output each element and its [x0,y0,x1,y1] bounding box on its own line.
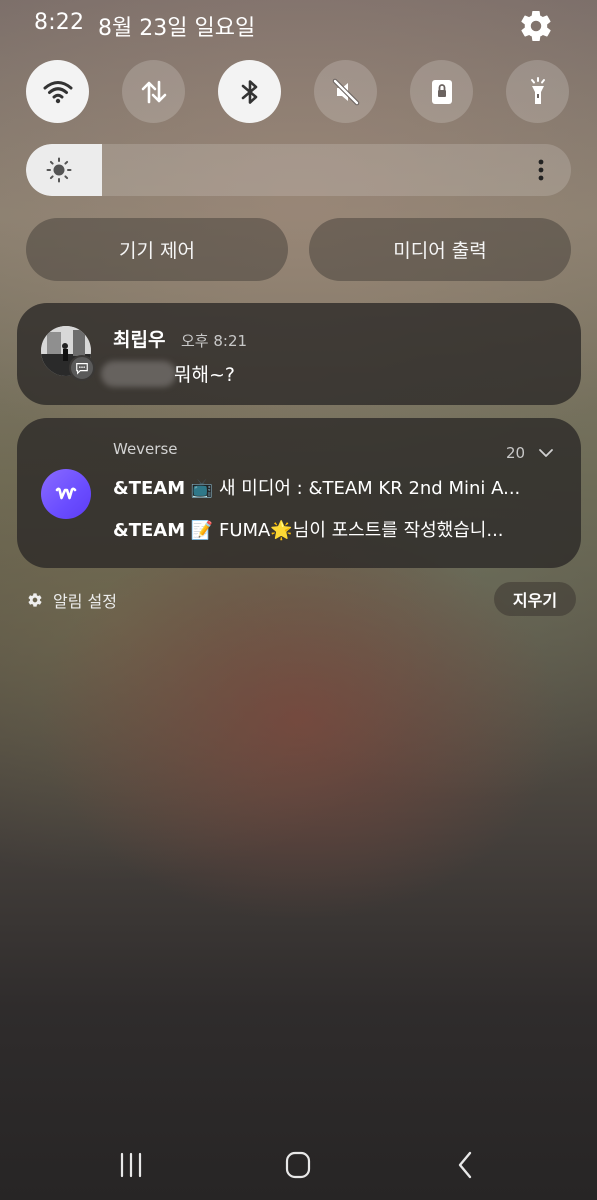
sender-name: 최립우 [113,329,166,351]
notification-line: &TEAM 📝 FUMA🌟님이 포스트를 작성했습니... [113,516,563,542]
mobile-data-toggle[interactable] [122,60,185,123]
notification-settings-button[interactable]: 알림 설정 [27,588,117,612]
more-options-icon[interactable] [531,156,551,184]
status-bar: 8:22 8월 23일 일요일 [0,0,597,50]
notification-source: &TEAM [113,478,186,499]
bluetooth-toggle[interactable] [218,60,281,123]
flashlight-icon [530,76,545,104]
message-preview: 뭐해~? [174,364,235,386]
redacted-text [101,361,176,387]
back-icon[interactable] [445,1148,485,1182]
wifi-toggle[interactable] [26,60,89,123]
sun-icon [46,157,72,183]
flashlight-toggle[interactable] [506,60,569,123]
bluetooth-icon [241,79,257,104]
chat-badge-icon [69,355,95,381]
media-output-button[interactable]: 미디어 출력 [309,218,571,281]
clear-button[interactable]: 지우기 [494,582,576,616]
recent-apps-icon[interactable] [111,1148,151,1182]
notification-line: &TEAM 📺 새 미디어 : &TEAM KR 2nd Mini A... [113,474,563,500]
message-notification[interactable]: 최립우 오후 8:21 뭐해~? [17,303,581,405]
app-name: Weverse [113,440,178,458]
notification-settings-label: 알림 설정 [53,592,117,611]
wifi-icon [43,80,72,103]
brightness-slider[interactable] [26,144,571,196]
date: 8월 23일 일요일 [98,16,256,41]
home-icon[interactable] [278,1148,318,1182]
navigation-bar [0,1130,597,1200]
notification-text: 📺 새 미디어 : &TEAM KR 2nd Mini A... [185,478,521,499]
data-arrows-icon [141,80,166,103]
weverse-notification[interactable]: Weverse 20 &TEAM 📺 새 미디어 : &TEAM KR 2nd … [17,418,581,568]
mute-icon [332,78,359,105]
notification-count: 20 [506,444,526,462]
gear-icon[interactable] [518,8,554,44]
quick-settings [0,60,597,124]
weverse-app-icon [41,469,91,519]
notification-time: 오후 8:21 [181,332,248,350]
gear-icon [28,593,42,607]
screen-lock-toggle[interactable] [410,60,473,123]
lock-icon [431,79,452,104]
sound-toggle[interactable] [314,60,377,123]
clock: 8:22 [34,10,85,35]
notification-text: 📝 FUMA🌟님이 포스트를 작성했습니... [185,520,504,541]
chevron-down-icon[interactable] [537,444,555,462]
notification-source: &TEAM [113,520,186,541]
device-control-button[interactable]: 기기 제어 [26,218,288,281]
